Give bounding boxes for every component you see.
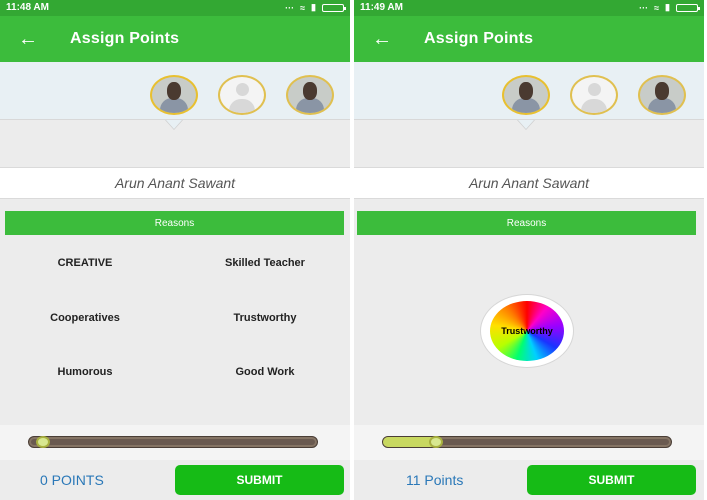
points-label: 0 POINTS: [40, 472, 104, 488]
avatar-body: [581, 99, 607, 113]
reason-trustworthy[interactable]: Trustworthy: [180, 312, 350, 324]
avatar-strip: [354, 62, 704, 120]
points-slider[interactable]: [382, 436, 672, 448]
avatar-face: [519, 82, 533, 100]
reasons-grid: CREATIVE Skilled Teacher Cooperatives Tr…: [0, 235, 350, 420]
reasons-header: Reasons: [5, 211, 344, 235]
status-bar: 11:48 AM ··· ≈ ▮: [0, 0, 350, 16]
status-icons: ··· ≈ ▮: [639, 2, 700, 13]
avatar-face: [167, 82, 181, 100]
back-button[interactable]: ←: [368, 25, 396, 53]
reason-creative[interactable]: CREATIVE: [0, 257, 170, 269]
arrow-left-icon: ←: [372, 27, 392, 50]
reason-cooperatives[interactable]: Cooperatives: [0, 312, 170, 324]
screen-left: 11:48 AM ··· ≈ ▮ ← Assign Points Arun An…: [0, 0, 350, 500]
bottom-bar: 11 Points SUBMIT: [354, 460, 704, 500]
more-icon: ···: [285, 2, 295, 13]
avatar-pointer: [166, 120, 182, 129]
avatar[interactable]: [286, 75, 334, 115]
wifi-icon: ≈: [300, 2, 306, 13]
app-bar: ← Assign Points: [0, 16, 350, 62]
avatar-pointer: [518, 120, 534, 129]
avatar-face: [588, 83, 601, 96]
status-bar: 11:49 AM ··· ≈ ▮: [354, 0, 704, 16]
battery-icon: [322, 3, 346, 12]
slider-thumb[interactable]: [429, 436, 443, 448]
slider-thumb[interactable]: [36, 436, 50, 448]
color-wheel: Trustworthy: [490, 301, 564, 361]
avatar-selected[interactable]: [150, 75, 198, 115]
signal-icon: ▮: [665, 2, 670, 12]
selected-name: Arun Anant Sawant: [354, 167, 704, 199]
page-title: Assign Points: [424, 30, 534, 47]
points-label: 11 Points: [406, 472, 464, 488]
selected-reason-wheel[interactable]: Trustworthy: [481, 295, 573, 367]
selected-name: Arun Anant Sawant: [0, 167, 350, 199]
avatar-placeholder[interactable]: [218, 75, 266, 115]
status-icons: ··· ≈ ▮: [285, 2, 346, 13]
screen-right: 11:49 AM ··· ≈ ▮ ← Assign Points Arun An…: [354, 0, 704, 500]
bottom-bar: 0 POINTS SUBMIT: [0, 460, 350, 500]
status-time: 11:48 AM: [6, 2, 49, 13]
avatar-body: [160, 98, 188, 113]
points-slider-area: [354, 425, 704, 460]
reason-good-work[interactable]: Good Work: [180, 366, 350, 378]
status-time: 11:49 AM: [360, 2, 403, 13]
reason-skilled-teacher[interactable]: Skilled Teacher: [180, 257, 350, 269]
page-title: Assign Points: [70, 30, 180, 47]
avatar-body: [229, 99, 255, 113]
avatar-face: [655, 82, 669, 100]
points-slider-area: [0, 425, 350, 460]
avatar-strip: [0, 62, 350, 120]
avatar-placeholder[interactable]: [570, 75, 618, 115]
more-icon: ···: [639, 2, 649, 13]
submit-button[interactable]: SUBMIT: [527, 465, 696, 495]
avatar-body: [296, 98, 324, 113]
arrow-left-icon: ←: [18, 27, 38, 50]
avatar[interactable]: [638, 75, 686, 115]
reason-humorous[interactable]: Humorous: [0, 366, 170, 378]
reasons-header: Reasons: [357, 211, 696, 235]
selected-reason-label: Trustworthy: [501, 326, 553, 336]
signal-icon: ▮: [311, 2, 316, 12]
avatar-face: [303, 82, 317, 100]
app-bar: ← Assign Points: [354, 16, 704, 62]
wifi-icon: ≈: [654, 2, 660, 13]
avatar-body: [648, 98, 676, 113]
back-button[interactable]: ←: [14, 25, 42, 53]
points-slider[interactable]: [28, 436, 318, 448]
avatar-body: [512, 98, 540, 113]
avatar-selected[interactable]: [502, 75, 550, 115]
battery-icon: [676, 3, 700, 12]
submit-button[interactable]: SUBMIT: [175, 465, 344, 495]
avatar-face: [236, 83, 249, 96]
